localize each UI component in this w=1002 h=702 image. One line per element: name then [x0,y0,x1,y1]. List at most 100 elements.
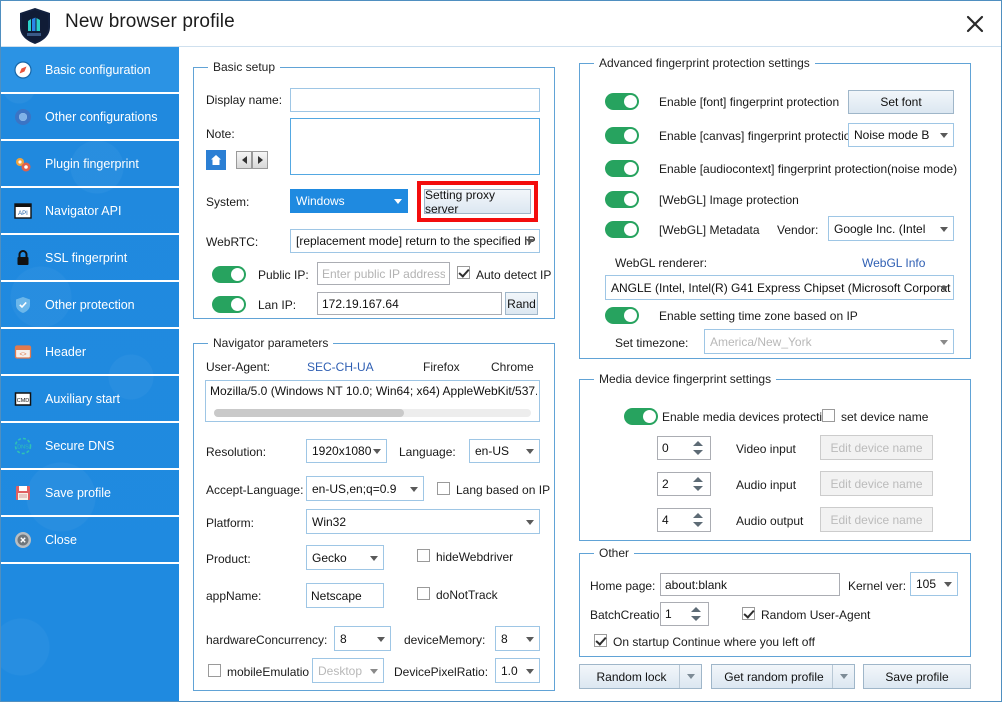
mobile-emulation-checkbox[interactable] [208,664,221,677]
video-edit-device-name-button[interactable]: Edit device name [820,435,933,460]
lan-ip-toggle[interactable] [212,296,246,313]
sidebar-item-label: Plugin fingerprint [45,156,139,171]
sidebar-item-save-profile[interactable]: Save profile [1,470,179,517]
resolution-select[interactable]: 1920x1080 [306,439,387,463]
chrome-ua-button[interactable]: Chrome [491,360,534,374]
sec-ch-ua-button[interactable]: SEC-CH-UA [307,360,374,374]
hide-webdriver-checkbox[interactable] [417,549,430,562]
sidebar-item-auxiliary-start[interactable]: CMD Auxiliary start [1,376,179,423]
note-prev-button[interactable] [236,151,252,169]
audio-output-stepper[interactable] [692,509,704,531]
font-protection-toggle[interactable] [605,93,639,110]
webgl-image-protection-toggle[interactable] [605,191,639,208]
webgl-metadata-toggle[interactable] [605,221,639,238]
platform-select[interactable]: Win32 [306,509,540,534]
sidebar-item-other-configurations[interactable]: Other configurations [1,94,179,141]
audiocontext-protection-label: Enable [audiocontext] fingerprint protec… [659,162,958,176]
sidebar-item-label: Header [45,344,86,359]
sidebar-item-basic-configuration[interactable]: Basic configuration [1,47,179,94]
note-home-button[interactable] [206,150,226,170]
get-random-profile-button[interactable]: Get random profile [711,664,855,689]
canvas-noise-mode-select[interactable]: Noise mode B [848,123,954,147]
audio-input-stepper[interactable] [692,473,704,495]
vendor-select[interactable]: Google Inc. (Intel [828,216,954,241]
hardware-concurrency-select[interactable]: 8 [334,626,391,651]
public-ip-toggle[interactable] [212,266,246,283]
media-legend: Media device fingerprint settings [594,372,777,386]
webrtc-select[interactable]: [replacement mode] return to the specifi… [290,229,540,253]
donottrack-checkbox[interactable] [417,587,430,600]
user-agent-field[interactable]: Mozilla/5.0 (Windows NT 10.0; Win64; x64… [205,380,540,422]
rand-button[interactable]: Rand [505,292,538,315]
sidebar-item-label: Secure DNS [45,438,115,453]
advanced-legend: Advanced fingerprint protection settings [594,56,815,70]
user-agent-value: Mozilla/5.0 (Windows NT 10.0; Win64; x64… [210,384,537,398]
language-select[interactable]: en-US [469,439,540,463]
device-pixel-ratio-select[interactable]: 1.0 [495,658,540,683]
canvas-protection-toggle[interactable] [605,127,639,144]
sidebar-item-plugin-fingerprint[interactable]: Plugin fingerprint [1,141,179,188]
device-memory-select[interactable]: 8 [495,626,540,651]
set-device-name-checkbox[interactable] [822,409,835,422]
audiocontext-protection-toggle[interactable] [605,160,639,177]
set-font-button[interactable]: Set font [848,90,954,114]
sidebar-item-header[interactable]: <> Header [1,329,179,376]
audio-input-spinner[interactable]: 2 [657,472,711,496]
resolution-value: 1920x1080 [312,444,372,458]
hardware-concurrency-label: hardwareConcurrency: [206,633,328,647]
system-select[interactable]: Windows [290,189,408,213]
note-textarea[interactable] [290,118,540,175]
kernel-version-select[interactable]: 105 [910,572,958,596]
audio-output-label: Audio output [736,514,804,528]
set-timezone-select[interactable]: America/New_York [704,329,954,354]
sidebar-item-close[interactable]: Close [1,517,179,564]
appname-input[interactable] [306,583,384,608]
lang-based-on-ip-checkbox[interactable] [437,482,450,495]
home-page-input[interactable] [660,573,840,596]
product-select[interactable]: Gecko [306,545,384,570]
sidebar-item-ssl-fingerprint[interactable]: SSL fingerprint [1,235,179,282]
media-devices-protection-toggle[interactable] [624,408,658,425]
auto-detect-ip-checkbox[interactable] [457,266,470,279]
sidebar-item-secure-dns[interactable]: DNS Secure DNS [1,423,179,470]
firefox-ua-button[interactable]: Firefox [423,360,460,374]
startup-continue-checkbox[interactable] [594,634,607,647]
user-agent-scrollbar[interactable] [214,409,531,417]
webgl-renderer-value: ANGLE (Intel, Intel(R) G41 Express Chips… [611,280,951,295]
webgl-image-protection-label: [WebGL] Image protection [659,193,799,207]
save-profile-label: Save profile [885,669,949,684]
public-ip-input[interactable] [317,262,450,285]
accept-language-select[interactable]: en-US,en;q=0.9 [306,476,424,501]
audio-output-spinner[interactable]: 4 [657,508,711,532]
webgl-renderer-select[interactable]: ANGLE (Intel, Intel(R) G41 Express Chips… [605,275,954,300]
sidebar-item-label: Save profile [45,485,112,500]
video-input-spinner[interactable]: 0 [657,436,711,460]
chevron-down-icon [940,133,948,138]
batch-creation-stepper[interactable] [690,603,702,625]
webgl-info-link[interactable]: WebGL Info [862,256,925,270]
product-value: Gecko [312,550,347,565]
timezone-based-on-ip-toggle[interactable] [605,307,639,324]
random-user-agent-checkbox[interactable] [742,607,755,620]
audio-input-edit-device-name-button[interactable]: Edit device name [820,471,933,496]
note-next-button[interactable] [252,151,268,169]
device-memory-label: deviceMemory: [404,633,486,647]
random-user-agent-label: Random User-Agent [761,608,871,622]
video-input-stepper[interactable] [692,437,704,459]
product-label: Product: [206,552,251,566]
close-window-button[interactable] [959,8,991,40]
random-lock-dropdown[interactable] [679,665,701,688]
batch-creation-spinner[interactable]: 1 [660,602,709,626]
lan-ip-input[interactable] [317,292,502,315]
audio-output-edit-device-name-button[interactable]: Edit device name [820,507,933,532]
sidebar-item-navigator-api[interactable]: API Navigator API [1,188,179,235]
display-name-input[interactable] [290,88,540,112]
chrome-icon [13,107,33,127]
save-profile-button[interactable]: Save profile [863,664,971,689]
get-random-profile-dropdown[interactable] [832,665,854,688]
mobile-emulation-select[interactable]: Desktop [312,658,384,683]
random-lock-button[interactable]: Random lock [579,664,702,689]
sidebar-item-other-protection[interactable]: Other protection [1,282,179,329]
setting-proxy-server-button[interactable]: Setting proxy server [424,188,531,216]
chevron-down-icon [377,636,385,642]
